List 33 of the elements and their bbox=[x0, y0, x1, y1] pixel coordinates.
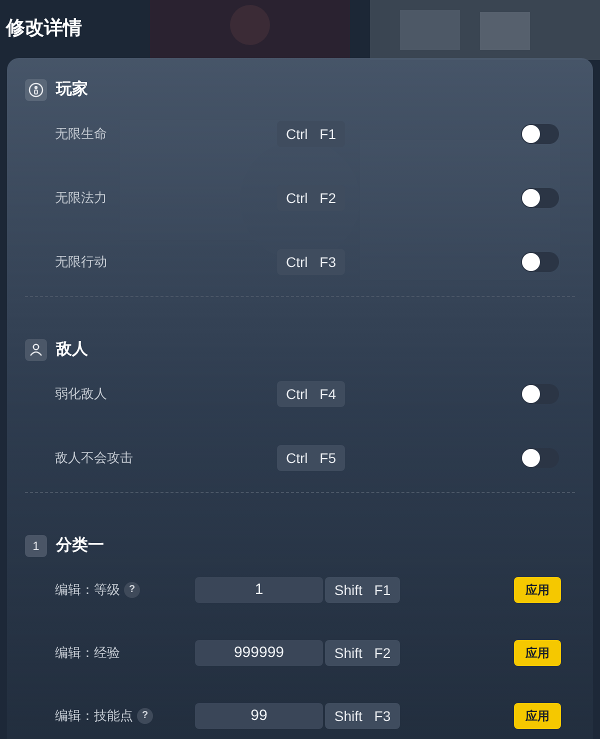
value-field[interactable]: 99 bbox=[195, 702, 323, 728]
page-title: 修改详情 bbox=[6, 16, 82, 41]
help-icon[interactable]: ? bbox=[124, 582, 140, 598]
hotkey-badge: Shift F2 bbox=[325, 640, 400, 666]
edit-label: 编辑：经验 bbox=[55, 644, 120, 662]
toggle-switch[interactable] bbox=[521, 188, 559, 208]
section-title: 分类一 bbox=[56, 536, 104, 556]
toggle-switch[interactable] bbox=[521, 384, 559, 404]
hotkey-badge: Shift F3 bbox=[325, 702, 400, 728]
cheat-label: 无限生命 bbox=[54, 125, 108, 144]
hotkey-badge: Ctrl F1 bbox=[277, 121, 345, 147]
hotkey-badge: Ctrl F5 bbox=[277, 445, 345, 471]
apply-button[interactable]: 应用 bbox=[514, 640, 561, 666]
toggle-switch[interactable] bbox=[521, 448, 559, 468]
hotkey-badge: Ctrl F4 bbox=[277, 381, 345, 407]
section-number: 1 bbox=[25, 535, 47, 557]
toggle-switch[interactable] bbox=[521, 252, 559, 272]
cheat-label: 无限法力 bbox=[54, 189, 108, 208]
hotkey-badge: Ctrl F3 bbox=[277, 249, 345, 275]
apply-button[interactable]: 应用 bbox=[514, 576, 561, 602]
value-field[interactable]: 999999 bbox=[195, 640, 323, 666]
section-title: 玩家 bbox=[56, 79, 88, 100]
cheat-label: 无限行动 bbox=[54, 253, 108, 272]
help-icon[interactable]: ? bbox=[137, 708, 153, 724]
section-title: 敌人 bbox=[56, 340, 88, 360]
apply-button[interactable]: 应用 bbox=[514, 702, 561, 728]
edit-label: 编辑：技能点 bbox=[55, 706, 133, 725]
hotkey-badge: Shift F1 bbox=[325, 576, 400, 602]
cheat-label: 敌人不会攻击 bbox=[54, 449, 134, 468]
toggle-switch[interactable] bbox=[521, 124, 559, 144]
edit-label: 编辑：等级 bbox=[55, 580, 120, 599]
cheat-label: 弱化敌人 bbox=[54, 385, 108, 404]
value-field[interactable]: 1 bbox=[195, 576, 323, 602]
